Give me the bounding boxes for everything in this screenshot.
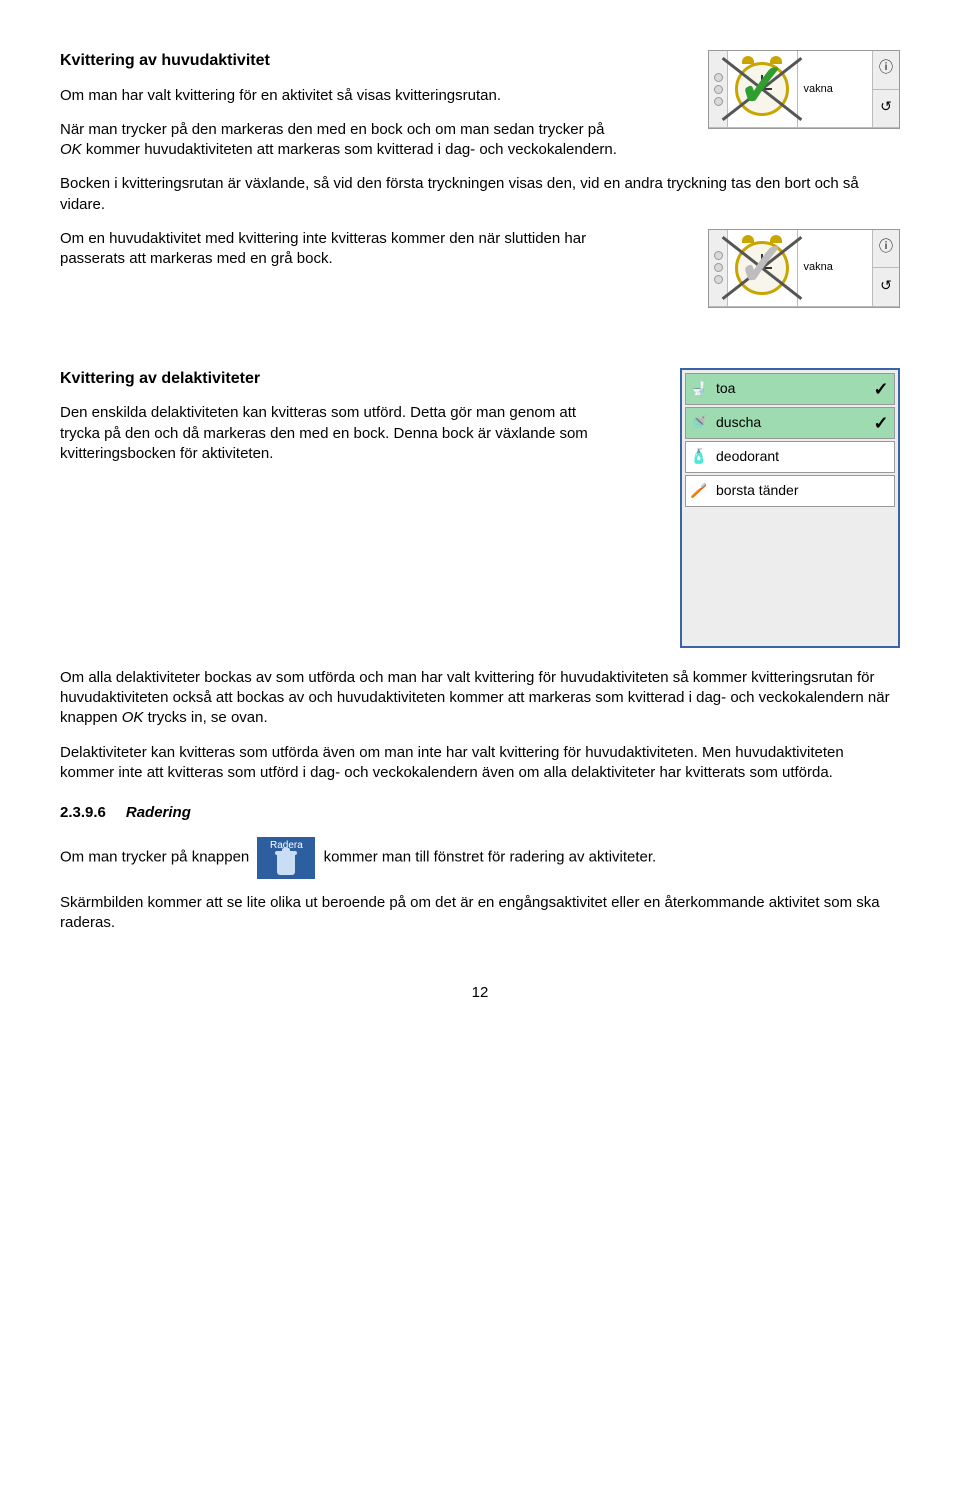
checklist-item[interactable]: 🪥 borsta tänder xyxy=(685,475,895,507)
paragraph: Den enskilda delaktiviteten kan kvittera… xyxy=(60,403,600,464)
alarm-thumbnail-grey: ✓ vakna ⓘ ↺ xyxy=(708,229,900,308)
alarm-label: vakna xyxy=(797,51,873,127)
tick-icon: ✓ xyxy=(868,377,894,401)
tick-icon: ✓ xyxy=(868,411,894,435)
info-icon: ⓘ xyxy=(873,51,899,90)
paragraph: När man trycker på den markeras den med … xyxy=(60,120,620,161)
dot-column xyxy=(709,230,728,306)
item-icon: 🪥 xyxy=(686,481,712,500)
paragraph: Om man har valt kvittering för en aktivi… xyxy=(60,86,620,106)
item-icon: 🚿 xyxy=(686,413,712,432)
alarm-cell: ✓ xyxy=(728,230,797,306)
checklist-item[interactable]: 🚿 duscha ✓ xyxy=(685,407,895,439)
paragraph: Bocken i kvitteringsrutan är växlande, s… xyxy=(60,174,900,215)
item-label: deodorant xyxy=(712,447,868,466)
checklist-item[interactable]: 🧴 deodorant xyxy=(685,441,895,473)
checkmark-icon: ✓ xyxy=(737,235,787,295)
radera-button[interactable]: Radera xyxy=(257,837,315,879)
paragraph: Om alla delaktiviteter bockas av som utf… xyxy=(60,668,900,729)
section-heading: 2.3.9.6Radering xyxy=(60,803,900,823)
info-icon: ⓘ xyxy=(873,230,899,269)
page-number: 12 xyxy=(60,983,900,1003)
swap-icon: ↺ xyxy=(873,268,899,306)
swap-icon: ↺ xyxy=(873,90,899,128)
checkmark-icon: ✓ xyxy=(737,56,787,116)
paragraph: Skärmbilden kommer att se lite olika ut … xyxy=(60,893,900,934)
alarm-thumbnail-green: ✓ vakna ⓘ ↺ xyxy=(708,50,900,129)
alarm-cell: ✓ xyxy=(728,51,797,127)
item-icon: 🧴 xyxy=(686,447,712,466)
item-label: duscha xyxy=(712,413,868,432)
checklist-widget: 🚽 toa ✓ 🚿 duscha ✓ 🧴 deodorant 🪥 borsta … xyxy=(680,368,900,648)
dot-column xyxy=(709,51,728,127)
item-icon: 🚽 xyxy=(686,379,712,398)
alarm-label: vakna xyxy=(797,230,873,306)
item-label: borsta tänder xyxy=(712,481,868,500)
paragraph: Om man trycker på knappen Radera kommer … xyxy=(60,837,900,879)
item-label: toa xyxy=(712,379,868,398)
paragraph: Om en huvudaktivitet med kvittering inte… xyxy=(60,229,620,270)
paragraph: Delaktiviteter kan kvitteras som utförda… xyxy=(60,743,900,784)
trash-icon xyxy=(277,855,295,875)
checklist-item[interactable]: 🚽 toa ✓ xyxy=(685,373,895,405)
